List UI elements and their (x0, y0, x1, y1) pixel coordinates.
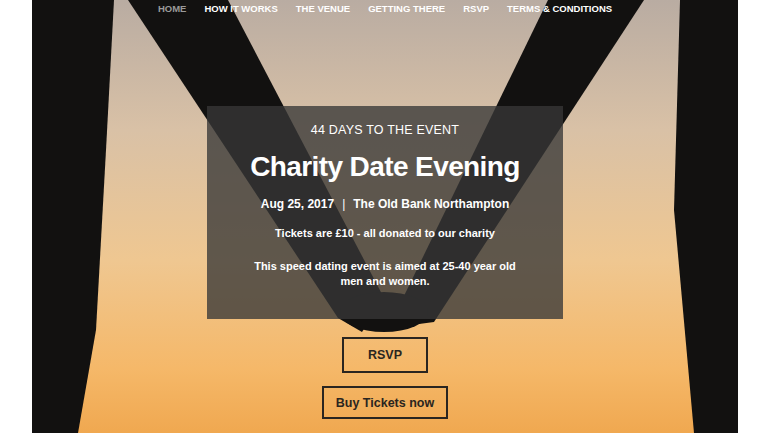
nav-item[interactable]: HOW IT WORKS (204, 3, 277, 17)
event-description: This speed dating event is aimed at 25-4… (245, 259, 525, 289)
top-nav: HOME HOW IT WORKS THE VENUE GETTING THERE RS… (158, 0, 612, 17)
nav-item[interactable]: RSVP (463, 3, 489, 17)
countdown: 44 DAYS TO THE EVENT (311, 123, 459, 137)
event-card: 44 DAYS TO THE EVENT Charity Date Evening… (207, 106, 563, 319)
nav-item[interactable]: THE VENUE (296, 3, 350, 17)
nav-item[interactable]: TERMS & CONDITIONS (507, 3, 612, 17)
event-title: Charity Date Evening (250, 151, 520, 183)
page: HOME HOW IT WORKS THE VENUE GETTING THERE RS… (0, 0, 770, 433)
action-button[interactable]: RSVP (342, 337, 428, 373)
event-date: Aug 25, 2017 (261, 197, 334, 211)
nav-item[interactable]: HOME (158, 3, 187, 17)
action-button[interactable]: Buy Tickets now (322, 386, 448, 419)
nav-item[interactable]: GETTING THERE (368, 3, 445, 17)
hero-photo: HOME HOW IT WORKS THE VENUE GETTING THERE RS… (32, 0, 738, 433)
event-meta: Aug 25, 2017 | The Old Bank Northampton (261, 197, 510, 211)
ticket-info: Tickets are £10 - all donated to our cha… (275, 227, 495, 239)
button-group: RSVP Buy Tickets now (322, 337, 448, 419)
separator: | (342, 197, 345, 211)
event-venue: The Old Bank Northampton (353, 197, 509, 211)
